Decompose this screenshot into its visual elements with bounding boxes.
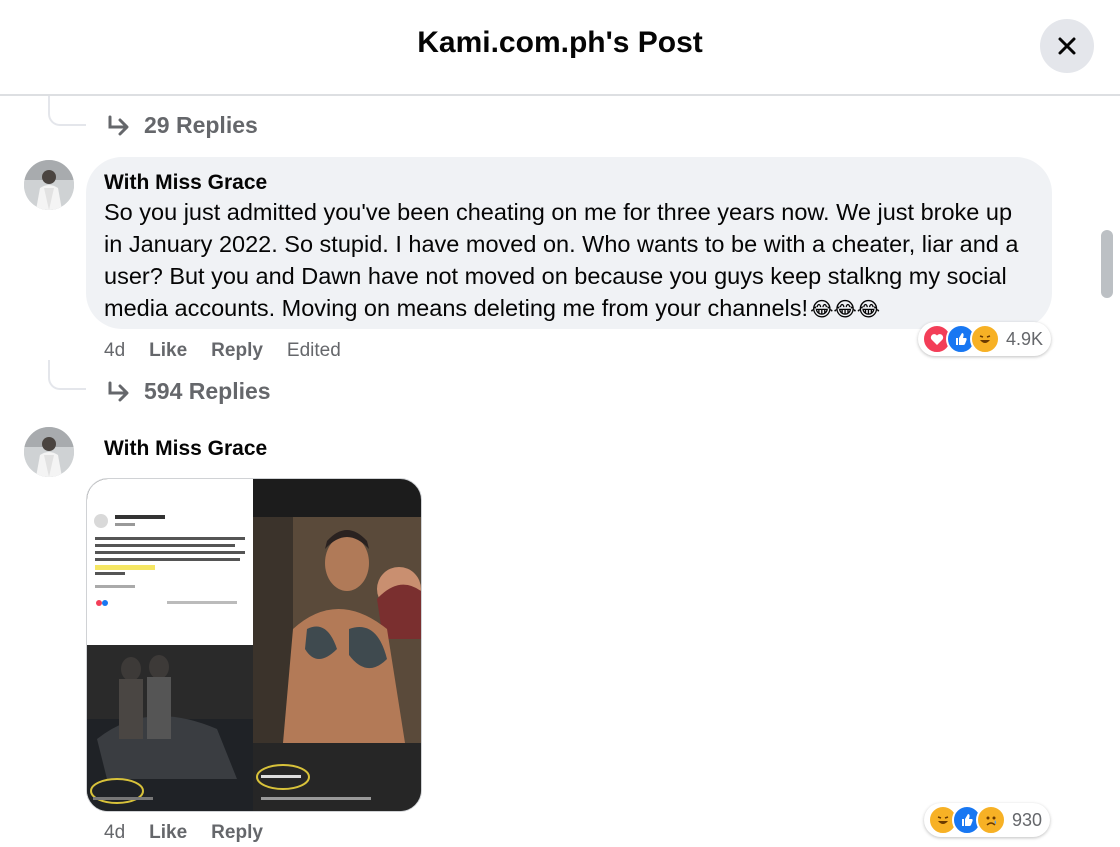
reply-arrow-icon [108,115,129,135]
reaction-count: 4.9K [1006,328,1044,349]
haha-icon [970,324,1000,354]
edited-label: Edited [286,340,341,361]
scrollbar-thumb[interactable] [1101,230,1113,298]
avatar[interactable] [24,427,74,477]
reactions-summary[interactable]: 4.9K [918,322,1052,356]
avatar[interactable] [24,160,74,210]
profile-photo [24,160,74,210]
comment-timestamp[interactable]: 4d [104,822,125,844]
post-title: Kami.com.ph's Post [417,26,703,59]
like-button[interactable]: Like [149,822,187,844]
comment-text: So you just admitted you've been cheatin… [104,196,1034,326]
close-button[interactable] [1040,19,1094,73]
dialog-header: Kami.com.ph's Post [0,0,1120,96]
reaction-count: 930 [1012,809,1043,830]
comment-actions: 4d Like Reply Edited [104,340,341,362]
laughing-emoji: 😂😂😂 [810,299,881,321]
comment-body: So you just admitted you've been cheatin… [104,199,1019,321]
comment-image-attachment[interactable] [86,478,422,812]
reply-button[interactable]: Reply [211,340,263,362]
comment-actions: 4d Like Reply [104,822,287,844]
comment-timestamp[interactable]: 4d [104,340,125,362]
like-button[interactable]: Like [149,340,187,362]
reactions-summary[interactable]: 930 [924,803,1051,837]
thread-connector [48,360,86,390]
thread-connector [48,96,86,126]
reply-arrow-icon [108,381,129,401]
scrollbar[interactable] [1098,96,1120,847]
close-icon [1058,37,1076,55]
view-replies-link[interactable]: 29 Replies [106,112,258,139]
replies-count-label: 29 Replies [144,112,258,138]
reply-button[interactable]: Reply [211,822,263,844]
replies-count-label: 594 Replies [144,378,271,404]
comment-author[interactable]: With Miss Grace [104,171,267,195]
view-replies-link[interactable]: 594 Replies [106,378,271,405]
comment-author[interactable]: With Miss Grace [104,437,267,461]
sad-icon [976,805,1006,835]
attached-photo-collage [87,479,421,811]
profile-photo [24,427,74,477]
